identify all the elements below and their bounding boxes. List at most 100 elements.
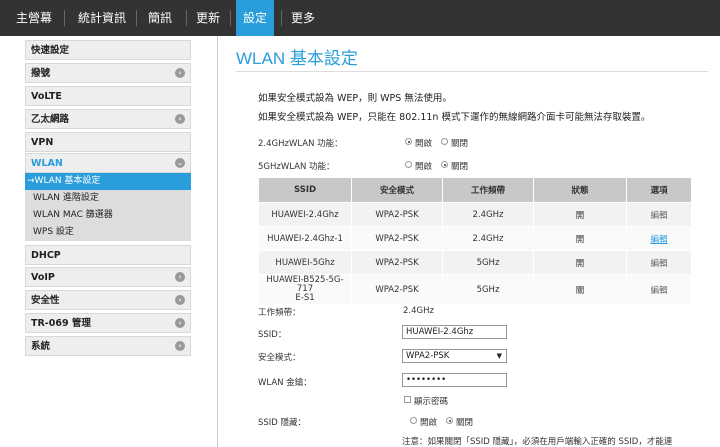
page-title: WLAN 基本設定 bbox=[236, 49, 358, 68]
cell-ssid: HUAWEI-2.4Ghz-1 bbox=[258, 226, 352, 251]
ssid-hide-note: 注意：如果關閉「SSID 隱藏」，必須在用戶端輸入正確的 SSID，才能連 bbox=[402, 437, 673, 447]
cell-band: 2.4GHz bbox=[442, 226, 534, 251]
table-row: HUAWEI-2.4Ghz-1 WPA2-PSK 2.4GHz 開 編輯 bbox=[258, 226, 692, 251]
wlan-key-input[interactable]: •••••••• bbox=[402, 373, 507, 387]
ssid-hide-off-radio[interactable] bbox=[446, 417, 453, 424]
nav-more[interactable]: 更多 bbox=[286, 0, 320, 36]
wlan5-label: 5GHzWLAN 功能： bbox=[258, 162, 335, 172]
cell-security: WPA2-PSK bbox=[351, 226, 443, 251]
sidebar-item-tr069[interactable]: TR-069 管理 › bbox=[25, 313, 191, 333]
sidebar-item-system[interactable]: 系統 › bbox=[25, 336, 191, 356]
sidebar-sub-wps[interactable]: WPS 設定 bbox=[25, 224, 191, 241]
sidebar-item-voip[interactable]: VoIP › bbox=[25, 267, 191, 287]
cell-band: 2.4GHz bbox=[442, 202, 534, 227]
table-row: HUAWEI-2.4Ghz WPA2-PSK 2.4GHz 開 編輯 bbox=[258, 202, 692, 227]
sidebar-item-label: WLAN bbox=[31, 158, 63, 169]
chevron-right-icon: › bbox=[175, 295, 185, 305]
edit-link[interactable]: 編輯 bbox=[626, 226, 692, 251]
ssid-table: SSID 安全模式 工作頻帶 狀態 選項 HUAWEI-2.4Ghz WPA2-… bbox=[258, 177, 692, 305]
col-ssid: SSID bbox=[258, 177, 352, 203]
table-header: SSID 安全模式 工作頻帶 狀態 選項 bbox=[258, 177, 692, 203]
sidebar-item-quick-setup[interactable]: 快速設定 bbox=[25, 40, 191, 60]
cell-ssid: HUAWEI-5Ghz bbox=[258, 250, 352, 275]
sidebar-item-dhcp[interactable]: DHCP bbox=[25, 245, 191, 265]
cell-ssid: HUAWEI-B525-5G-717 E-S1 bbox=[258, 274, 352, 305]
sidebar-item-label: TR-069 管理 bbox=[31, 318, 91, 329]
col-security: 安全模式 bbox=[351, 177, 443, 203]
sidebar-item-vpn[interactable]: VPN bbox=[25, 132, 191, 152]
wlan5-on-label: 開啟 bbox=[415, 162, 433, 172]
sidebar-item-ethernet[interactable]: 乙太網路 › bbox=[25, 109, 191, 129]
cell-security: WPA2-PSK bbox=[351, 202, 443, 227]
nav-update[interactable]: 更新 bbox=[192, 0, 224, 36]
cell-status: 開 bbox=[533, 250, 627, 275]
band-label: 工作頻帶： bbox=[258, 308, 301, 318]
cell-status: 開 bbox=[533, 202, 627, 227]
dropdown-arrow-icon: ▼ bbox=[496, 352, 502, 360]
table-row: HUAWEI-B525-5G-717 E-S1 WPA2-PSK 5GHz 關 … bbox=[258, 274, 692, 305]
wlan5-on-radio[interactable] bbox=[405, 161, 412, 168]
sidebar-item-label: 安全性 bbox=[31, 295, 60, 306]
ssid-hide-off-label: 關閉 bbox=[456, 418, 474, 428]
cell-ssid: HUAWEI-2.4Ghz bbox=[258, 202, 352, 227]
wlan24-on-radio[interactable] bbox=[405, 138, 412, 145]
ssid-hide-on-radio[interactable] bbox=[410, 417, 417, 424]
nav-statistics[interactable]: 統計資訊 bbox=[72, 0, 132, 36]
chevron-right-icon: › bbox=[175, 318, 185, 328]
wlan24-on-label: 開啟 bbox=[415, 139, 433, 149]
cell-band: 5GHz bbox=[442, 274, 534, 305]
show-password-checkbox[interactable] bbox=[404, 396, 411, 403]
chevron-right-icon: › bbox=[175, 68, 185, 78]
chevron-right-icon: › bbox=[175, 341, 185, 351]
wlan24-off-radio[interactable] bbox=[441, 138, 448, 145]
sidebar-sub-wlan-mac-filter[interactable]: WLAN MAC 篩選器 bbox=[25, 207, 191, 224]
edit-link[interactable]: 編輯 bbox=[626, 250, 692, 275]
chevron-down-icon: ⌄ bbox=[175, 158, 185, 168]
band-value: 2.4GHz bbox=[403, 306, 434, 316]
col-options: 選項 bbox=[626, 177, 692, 203]
sidebar-item-label: 撥號 bbox=[31, 68, 51, 79]
chevron-right-icon: › bbox=[175, 114, 185, 124]
sidebar-item-label: VoIP bbox=[31, 272, 55, 283]
divider bbox=[217, 36, 218, 447]
edit-link[interactable]: 編輯 bbox=[626, 202, 692, 227]
divider bbox=[236, 71, 708, 72]
cell-status: 關 bbox=[533, 274, 627, 305]
wlan5-off-label: 關閉 bbox=[451, 162, 469, 172]
security-mode-label: 安全模式： bbox=[258, 353, 301, 363]
note-wep-wps: 如果安全模式設為 WEP，則 WPS 無法使用。 bbox=[258, 93, 452, 104]
ssid-input[interactable]: HUAWEI-2.4Ghz bbox=[402, 325, 507, 339]
security-mode-select[interactable]: WPA2-PSK ▼ bbox=[402, 349, 507, 363]
sidebar-item-label: 乙太網路 bbox=[31, 114, 70, 125]
nav-home[interactable]: 主營幕 bbox=[8, 0, 60, 36]
note-wep-80211n: 如果安全模式設為 WEP，只能在 802.11n 模式下運作的無線網路介面卡可能… bbox=[258, 112, 651, 123]
chevron-right-icon: › bbox=[175, 272, 185, 282]
sidebar-item-dial[interactable]: 撥號 › bbox=[25, 63, 191, 83]
show-password-label: 顯示密碼 bbox=[414, 397, 449, 407]
wlan5-off-radio[interactable] bbox=[441, 161, 448, 168]
ssid-hide-label: SSID 隱藏： bbox=[258, 418, 307, 428]
sidebar-item-label: 系統 bbox=[31, 341, 51, 352]
ssid-hide-on-label: 開啟 bbox=[420, 418, 438, 428]
wlan24-label: 2.4GHzWLAN 功能： bbox=[258, 139, 343, 149]
wlan-key-label: WLAN 金鑰： bbox=[258, 378, 312, 388]
top-nav: 主營幕 統計資訊 簡訊 更新 設定 更多 bbox=[0, 0, 720, 36]
sidebar-item-security[interactable]: 安全性 › bbox=[25, 290, 191, 310]
table-row: HUAWEI-5Ghz WPA2-PSK 5GHz 開 編輯 bbox=[258, 250, 692, 275]
nav-settings[interactable]: 設定 bbox=[236, 0, 274, 36]
cell-status: 開 bbox=[533, 226, 627, 251]
nav-sms[interactable]: 簡訊 bbox=[144, 0, 176, 36]
col-status: 狀態 bbox=[533, 177, 627, 203]
col-band: 工作頻帶 bbox=[442, 177, 534, 203]
ssid-label: SSID： bbox=[258, 330, 287, 340]
cell-security: WPA2-PSK bbox=[351, 250, 443, 275]
security-mode-value: WPA2-PSK bbox=[406, 351, 450, 361]
edit-link[interactable]: 編輯 bbox=[626, 274, 692, 305]
wlan24-off-label: 關閉 bbox=[451, 139, 469, 149]
sidebar-sub-wlan-advanced[interactable]: WLAN 進階設定 bbox=[25, 190, 191, 207]
cell-band: 5GHz bbox=[442, 250, 534, 275]
sidebar-item-wlan[interactable]: WLAN ⌄ bbox=[25, 153, 191, 173]
cell-security: WPA2-PSK bbox=[351, 274, 443, 305]
sidebar-sub-wlan-basic[interactable]: →WLAN 基本設定 bbox=[25, 173, 191, 190]
sidebar-item-volte[interactable]: VoLTE bbox=[25, 86, 191, 106]
